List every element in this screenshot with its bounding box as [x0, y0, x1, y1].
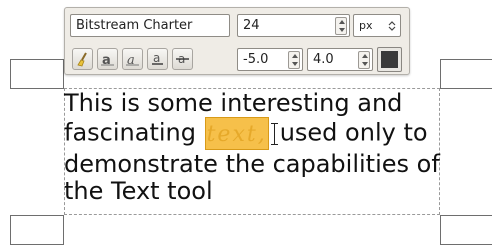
text-style-editor: Bitstream Charter 24 px a a a a -5.0 4.0	[64, 7, 410, 75]
letter-spacing-spinner-icon[interactable]	[288, 51, 300, 69]
unit-dropdown-chevron-icon	[388, 21, 396, 31]
line-spacing-spinner-icon[interactable]	[358, 51, 370, 69]
bold-style-icon: a	[101, 53, 114, 67]
line-spacing-value: 4.0	[313, 52, 334, 67]
text-color-button[interactable]	[377, 47, 402, 72]
clear-style-button[interactable]	[72, 48, 93, 70]
color-swatch	[381, 51, 398, 68]
italic-style-icon: a	[126, 53, 139, 67]
font-size-value: 24	[243, 18, 260, 33]
text-line-2: fascinating text, used only to	[64, 117, 444, 150]
resize-handle-bottom-right[interactable]	[440, 215, 492, 245]
unit-value: px	[359, 19, 373, 32]
strikethrough-button[interactable]: a	[172, 48, 193, 70]
line-spacing-input[interactable]: 4.0	[307, 48, 373, 71]
underline-style-icon: a	[152, 51, 163, 65]
resize-handle-top-right[interactable]	[440, 59, 492, 89]
text-line-1: This is some interesting and	[64, 89, 403, 117]
unit-select[interactable]: px	[353, 14, 401, 37]
font-size-input[interactable]: 24	[237, 14, 350, 37]
text-line-2-before: fascinating	[64, 118, 204, 147]
bold-button[interactable]: a	[97, 48, 118, 70]
font-name-input[interactable]: Bitstream Charter	[70, 14, 230, 37]
text-line-4: the Text tool	[64, 177, 213, 205]
text-line-3: demonstrate the capabilities of	[64, 150, 440, 178]
letter-spacing-value: -5.0	[243, 52, 269, 67]
text-cursor-icon	[270, 122, 280, 146]
resize-handle-bottom-left[interactable]	[10, 215, 64, 245]
svg-text:a: a	[153, 51, 160, 65]
italic-button[interactable]: a	[122, 48, 143, 70]
resize-handle-top-left[interactable]	[10, 59, 64, 89]
text-layer-content[interactable]: This is some interesting and fascinating…	[64, 90, 444, 205]
clear-style-icon	[77, 52, 87, 67]
text-line-2-after: used only to	[279, 118, 428, 147]
underline-button[interactable]: a	[147, 48, 168, 70]
strikethrough-style-icon: a	[176, 52, 189, 66]
font-size-spinner-icon[interactable]	[335, 17, 347, 35]
selected-text[interactable]: text,	[204, 117, 269, 150]
letter-spacing-input[interactable]: -5.0	[237, 48, 303, 71]
